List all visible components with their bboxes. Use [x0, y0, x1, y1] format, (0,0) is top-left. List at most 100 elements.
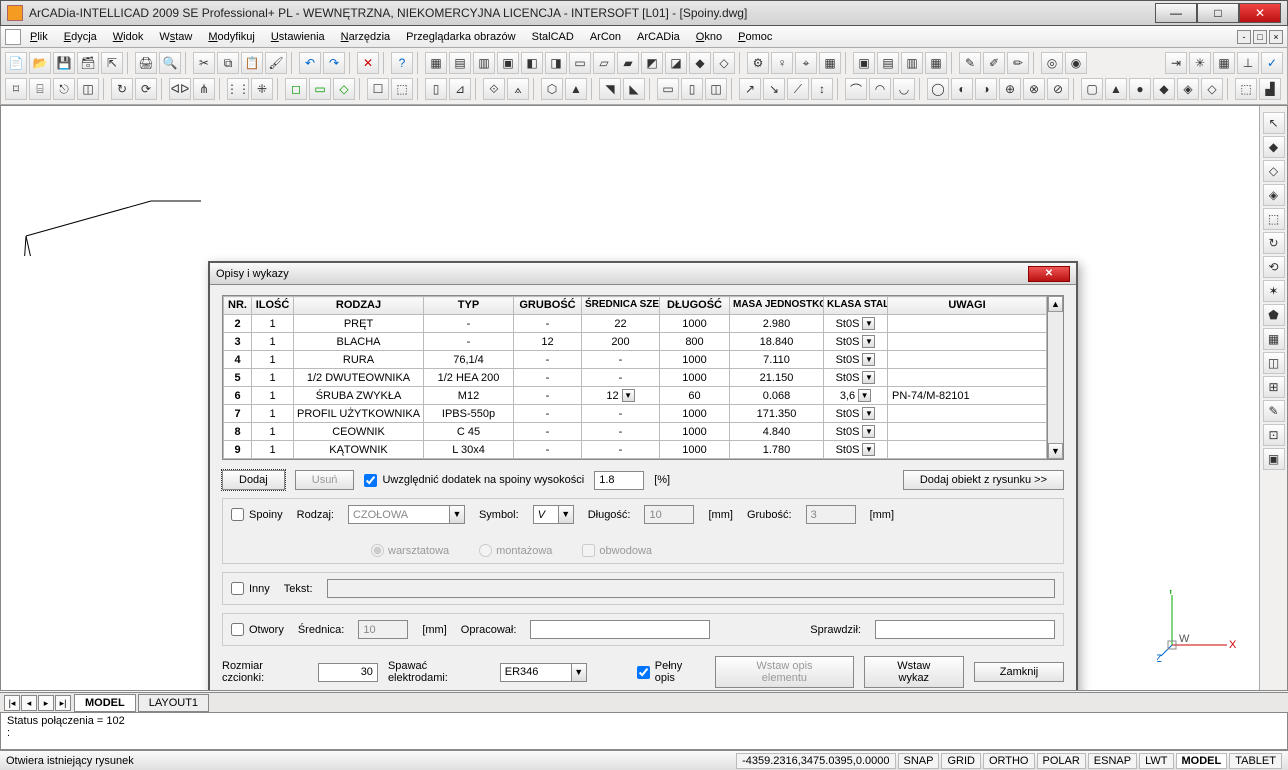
tool-icon[interactable]: ⎋ — [53, 78, 75, 100]
tool-icon[interactable]: ◨ — [545, 52, 567, 74]
tool-icon[interactable]: ▯ — [681, 78, 703, 100]
tool-icon[interactable]: ▟ — [1259, 78, 1281, 100]
col-grubosc[interactable]: GRUBOŚĆ — [514, 297, 582, 315]
undo-icon[interactable]: ↶ — [299, 52, 321, 74]
menu-widok[interactable]: Widok — [106, 28, 151, 46]
mdi-restore-button[interactable]: □ — [1253, 30, 1267, 44]
tool-icon[interactable]: ⟋ — [787, 78, 809, 100]
tool-icon[interactable]: ▲ — [1105, 78, 1127, 100]
dodatek-input[interactable] — [594, 471, 644, 490]
status-toggle-model[interactable]: MODEL — [1176, 753, 1228, 769]
tool-icon[interactable]: ◎ — [1041, 52, 1063, 74]
tool-icon[interactable]: ◯ — [927, 78, 949, 100]
menu-plik[interactable]: Plik — [23, 28, 55, 46]
window-maximize-button[interactable]: □ — [1197, 3, 1239, 23]
inny-checkbox[interactable] — [231, 582, 244, 595]
tool-icon[interactable]: ⌒ — [845, 78, 867, 100]
save-icon[interactable]: 💾 — [53, 52, 75, 74]
tool-icon[interactable]: ⊥ — [1237, 52, 1259, 74]
col-rodzaj[interactable]: RODZAJ — [294, 297, 424, 315]
help-icon[interactable]: ? — [391, 52, 413, 74]
status-toggle-tablet[interactable]: TABLET — [1229, 753, 1282, 769]
tool-icon[interactable]: ⬚ — [1235, 78, 1257, 100]
table-row[interactable]: 31BLACHA-1220080018.840St0S▼ — [224, 333, 1047, 351]
tool-icon[interactable]: ◇ — [1201, 78, 1223, 100]
tool-icon[interactable]: ⊞ — [1263, 376, 1285, 398]
tool-icon[interactable]: ✳ — [1189, 52, 1211, 74]
tool-icon[interactable]: ◇ — [333, 78, 355, 100]
tool-icon[interactable]: ⟐ — [483, 78, 505, 100]
tool-icon[interactable]: ▯ — [425, 78, 447, 100]
status-toggle-lwt[interactable]: LWT — [1139, 753, 1173, 769]
tool-icon[interactable]: ↕ — [811, 78, 833, 100]
tool-icon[interactable]: ◇ — [1263, 160, 1285, 182]
tool-icon[interactable]: ⇥ — [1165, 52, 1187, 74]
menu-okno[interactable]: Okno — [689, 28, 729, 46]
menu-ustawienia[interactable]: Ustawienia — [264, 28, 332, 46]
tool-icon[interactable]: ↘ — [763, 78, 785, 100]
tool-icon[interactable]: ⬟ — [1263, 304, 1285, 326]
window-close-button[interactable]: ✕ — [1239, 3, 1281, 23]
menu-arcon[interactable]: ArCon — [583, 28, 628, 46]
copy-icon[interactable]: ⧉ — [217, 52, 239, 74]
tool-icon[interactable]: ⚙ — [747, 52, 769, 74]
new-icon[interactable]: 📄 — [5, 52, 27, 74]
tool-icon[interactable]: ◫ — [705, 78, 727, 100]
col-dlugosc[interactable]: DŁUGOŚĆ — [660, 297, 730, 315]
col-nr[interactable]: NR. — [224, 297, 252, 315]
tool-icon[interactable]: ▥ — [473, 52, 495, 74]
tool-icon[interactable]: ◣ — [623, 78, 645, 100]
tool-icon[interactable]: ✓ — [1261, 52, 1283, 74]
col-uwagi[interactable]: UWAGI — [888, 297, 1047, 315]
tool-icon[interactable]: ▱ — [593, 52, 615, 74]
window-minimize-button[interactable]: — — [1155, 3, 1197, 23]
tool-icon[interactable]: ⌑ — [5, 78, 27, 100]
dodaj-button[interactable]: Dodaj — [222, 470, 285, 490]
col-srednica[interactable]: ŚREDNICA SZEROKOŚĆ — [582, 297, 660, 315]
tool-icon[interactable]: ◥ — [599, 78, 621, 100]
materials-table[interactable]: NR. ILOŚĆ RODZAJ TYP GRUBOŚĆ ŚREDNICA SZ… — [223, 296, 1047, 459]
tool-icon[interactable]: ▦ — [819, 52, 841, 74]
tool-icon[interactable]: ▭ — [309, 78, 331, 100]
tab-model[interactable]: MODEL — [74, 694, 136, 712]
tool-icon[interactable]: ▭ — [569, 52, 591, 74]
tool-icon[interactable]: ↖ — [1263, 112, 1285, 134]
menu-edycja[interactable]: Edycja — [57, 28, 104, 46]
tool-icon[interactable]: ▤ — [449, 52, 471, 74]
table-row[interactable]: 41RURA76,1/4--10007.110St0S▼ — [224, 351, 1047, 369]
tool-icon[interactable]: ⊕ — [999, 78, 1021, 100]
tool-icon[interactable]: ◠ — [869, 78, 891, 100]
delete-icon[interactable]: ✕ — [357, 52, 379, 74]
mirror-icon[interactable]: ᐊᐅ — [169, 78, 191, 100]
table-row[interactable]: 511/2 DWUTEOWNIKA1/2 HEA 200--100021.150… — [224, 369, 1047, 387]
tool-icon[interactable]: ▭ — [657, 78, 679, 100]
status-toggle-ortho[interactable]: ORTHO — [983, 753, 1035, 769]
dialog-titlebar[interactable]: Opisy i wykazy ✕ — [210, 263, 1076, 285]
menu-narzedzia[interactable]: Narzędzia — [334, 28, 398, 46]
symbol-select[interactable]: V▼ — [533, 505, 574, 524]
uwzglednic-checkbox[interactable] — [364, 474, 377, 487]
col-klasa[interactable]: KLASA STALI — [824, 297, 888, 315]
tool-icon[interactable]: ⟑ — [507, 78, 529, 100]
tab-first-button[interactable]: |◂ — [4, 695, 20, 711]
tool-icon[interactable]: ↗ — [739, 78, 761, 100]
scroll-down-button[interactable]: ▼ — [1048, 443, 1063, 459]
tool-icon[interactable]: ◪ — [665, 52, 687, 74]
tool-icon[interactable]: ◫ — [77, 78, 99, 100]
spoiny-checkbox[interactable] — [231, 508, 244, 521]
pelny-opis-checkbox[interactable] — [637, 666, 650, 679]
status-toggle-polar[interactable]: POLAR — [1037, 753, 1086, 769]
match-icon[interactable]: 🖌 — [265, 52, 287, 74]
tool-icon[interactable]: ▤ — [877, 52, 899, 74]
dodaj-obiekt-button[interactable]: Dodaj obiekt z rysunku >> — [903, 470, 1064, 490]
tool-icon[interactable]: ◫ — [1263, 352, 1285, 374]
tool-icon[interactable]: ✎ — [959, 52, 981, 74]
opracowal-input[interactable] — [530, 620, 710, 639]
menu-modyfikuj[interactable]: Modyfikuj — [201, 28, 261, 46]
wstaw-wykaz-button[interactable]: Wstaw wykaz — [864, 656, 964, 688]
tool-icon[interactable]: ◩ — [641, 52, 663, 74]
array-icon[interactable]: ⁜ — [251, 78, 273, 100]
tool-icon[interactable]: ◻ — [285, 78, 307, 100]
open-icon[interactable]: 📂 — [29, 52, 51, 74]
print-icon[interactable]: 🖨 — [135, 52, 157, 74]
